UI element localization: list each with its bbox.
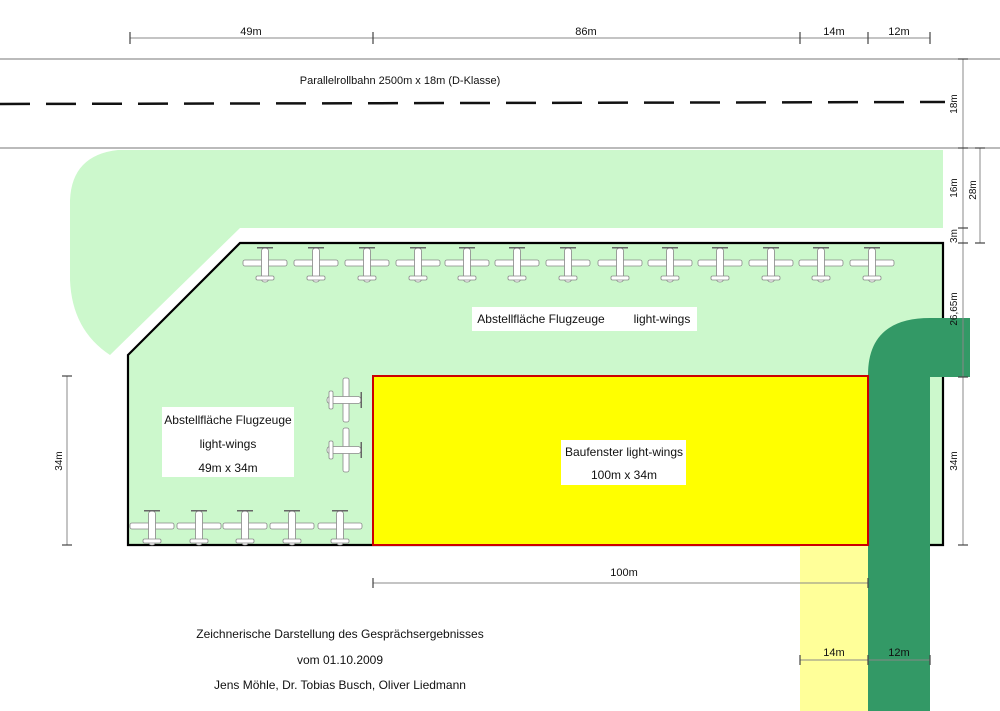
left-dimension: 34m <box>54 375 72 546</box>
dim-49m: 49m <box>240 26 261 38</box>
dim-100m: 100m <box>610 567 638 579</box>
site-plan-diagram: 49m 86m 14m 12m Parallelrollbahn 2500m x… <box>0 26 1000 711</box>
dim-86m: 86m <box>575 26 596 38</box>
dim-34m-left: 34m <box>54 451 65 470</box>
caption-line3: Jens Möhle, Dr. Tobias Busch, Oliver Lie… <box>214 678 466 692</box>
apron-label: Abstellfläche Flugzeuge light-wings <box>472 307 697 331</box>
left-apron-label: Abstellfläche Flugzeuge light-wings 49m … <box>162 407 294 477</box>
apron-label-right: light-wings <box>634 312 691 326</box>
dim-12m-bottom: 12m <box>888 647 909 659</box>
dim-12m-top: 12m <box>888 26 909 38</box>
light-yellow-strip <box>800 545 868 711</box>
taxiway-label: Parallelrollbahn 2500m x 18m (D-Klasse) <box>300 75 501 87</box>
building-label: Baufenster light-wings 100m x 34m <box>561 440 686 485</box>
right-dimensions: 18m 28m 16m 3m 26,65m 34m <box>949 58 985 546</box>
caption-line2: vom 01.10.2009 <box>297 653 383 667</box>
caption: Zeichnerische Darstellung des Gesprächse… <box>196 627 483 692</box>
building-line1: Baufenster light-wings <box>565 445 683 459</box>
caption-line1: Zeichnerische Darstellung des Gesprächse… <box>196 627 483 641</box>
left-apron-line3: 49m x 34m <box>198 461 257 475</box>
dim-3m: 3m <box>949 229 960 243</box>
dim-28m: 28m <box>968 180 979 199</box>
building-line2: 100m x 34m <box>591 468 657 482</box>
connector-taxiway <box>868 318 970 711</box>
top-dimension-row: 49m 86m 14m 12m <box>129 26 931 44</box>
dim-14m-top: 14m <box>823 26 844 38</box>
dim-16m: 16m <box>949 178 960 197</box>
left-apron-line1: Abstellfläche Flugzeuge <box>164 413 292 427</box>
dim-26-65m: 26,65m <box>949 292 960 325</box>
left-apron-line2: light-wings <box>200 437 257 451</box>
dim-18m: 18m <box>949 94 960 113</box>
parallel-taxiway: Parallelrollbahn 2500m x 18m (D-Klasse) <box>0 58 1000 149</box>
dim-34m-right: 34m <box>949 451 960 470</box>
apron-label-left: Abstellfläche Flugzeuge <box>477 312 605 326</box>
dim-14m-bottom: 14m <box>823 647 844 659</box>
